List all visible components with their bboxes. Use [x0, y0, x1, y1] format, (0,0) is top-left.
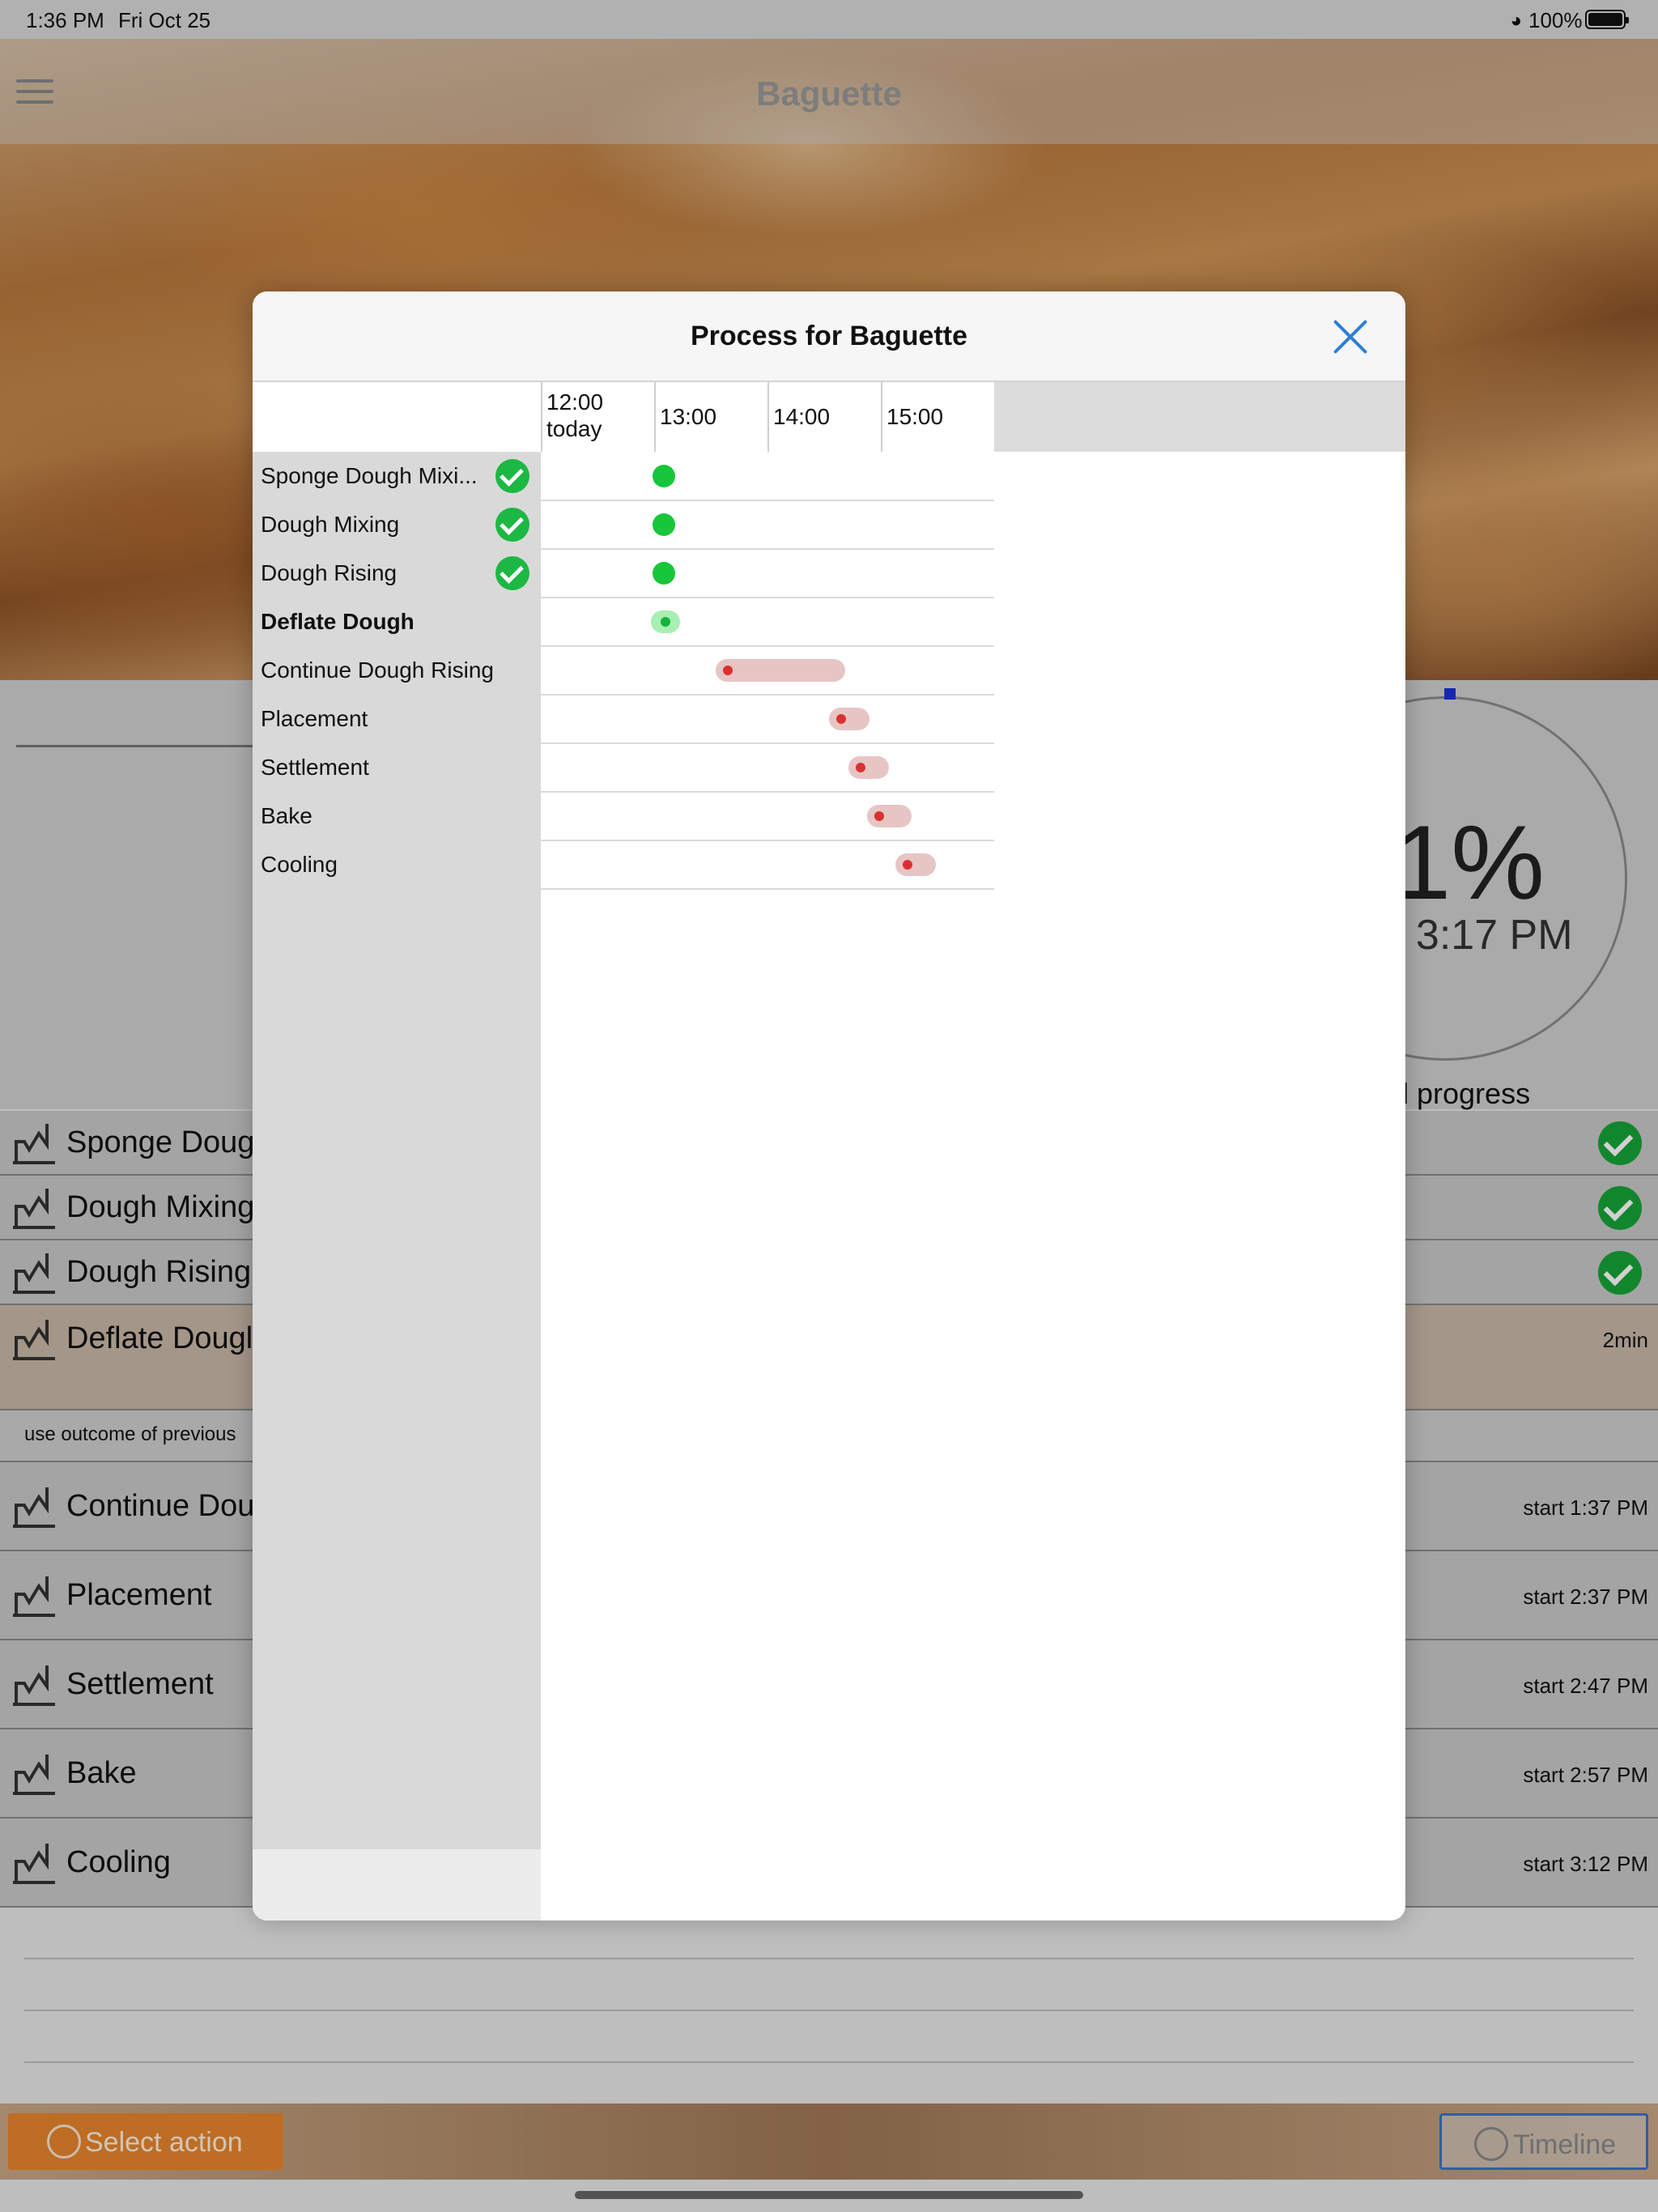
gantt-step-label: Deflate Dough	[261, 609, 414, 634]
gantt-planned-bar[interactable]	[716, 659, 846, 682]
gantt-step-label: Dough Mixing	[261, 512, 400, 537]
time-column-header: 14:00	[767, 382, 881, 452]
time-column-header: 13:00	[654, 382, 767, 452]
gantt-step-label: Cooling	[261, 852, 338, 877]
check-icon	[495, 459, 529, 493]
gantt-done-marker[interactable]	[653, 513, 675, 536]
gantt-row-divider	[541, 548, 994, 550]
gantt-planned-bar[interactable]	[867, 805, 912, 827]
time-column-header: 12:00 today	[541, 382, 654, 452]
gantt-row-divider	[541, 500, 994, 501]
time-label: 13:00	[660, 404, 717, 429]
gantt-done-marker[interactable]	[653, 465, 675, 487]
time-label: 15:00	[886, 404, 944, 429]
gantt-row-divider	[541, 645, 994, 647]
modal-header: Process for Baguette	[253, 291, 1405, 382]
gantt-planned-bar[interactable]	[895, 853, 936, 876]
gantt-row-divider	[541, 791, 994, 793]
check-icon	[495, 508, 529, 542]
modal-title: Process for Baguette	[691, 321, 967, 351]
gantt-done-marker[interactable]	[653, 562, 675, 585]
gantt-step-label: Bake	[261, 803, 312, 828]
time-sublabel: today	[546, 416, 602, 441]
gantt-planned-bar[interactable]	[829, 708, 870, 730]
time-column-header: 15:00	[881, 382, 994, 452]
gantt-planned-bar[interactable]	[848, 756, 889, 779]
process-modal: Process for Baguette 12:00 today 13:00 14:0…	[253, 291, 1405, 1921]
gantt-step-label: Placement	[261, 706, 368, 731]
gantt-step-column-footer	[253, 1849, 541, 1921]
gantt-header-corner	[253, 382, 541, 452]
check-icon	[495, 556, 529, 590]
gantt-row-divider	[541, 840, 994, 841]
time-label: 14:00	[773, 404, 831, 429]
time-label: 12:00	[546, 389, 604, 415]
gantt-row-divider	[541, 694, 994, 696]
gantt-step-label: Continue Dough Rising	[261, 657, 494, 683]
gantt-step-label: Dough Rising	[261, 560, 397, 585]
gantt-row-divider	[541, 742, 994, 744]
gantt-step-label: Settlement	[261, 755, 369, 780]
close-icon[interactable]	[1331, 317, 1370, 356]
gantt-row-divider	[541, 597, 994, 598]
gantt-row-divider	[541, 888, 994, 890]
gantt-step-label: Sponge Dough Mixi...	[261, 463, 478, 488]
gantt-current-marker[interactable]	[651, 610, 680, 633]
